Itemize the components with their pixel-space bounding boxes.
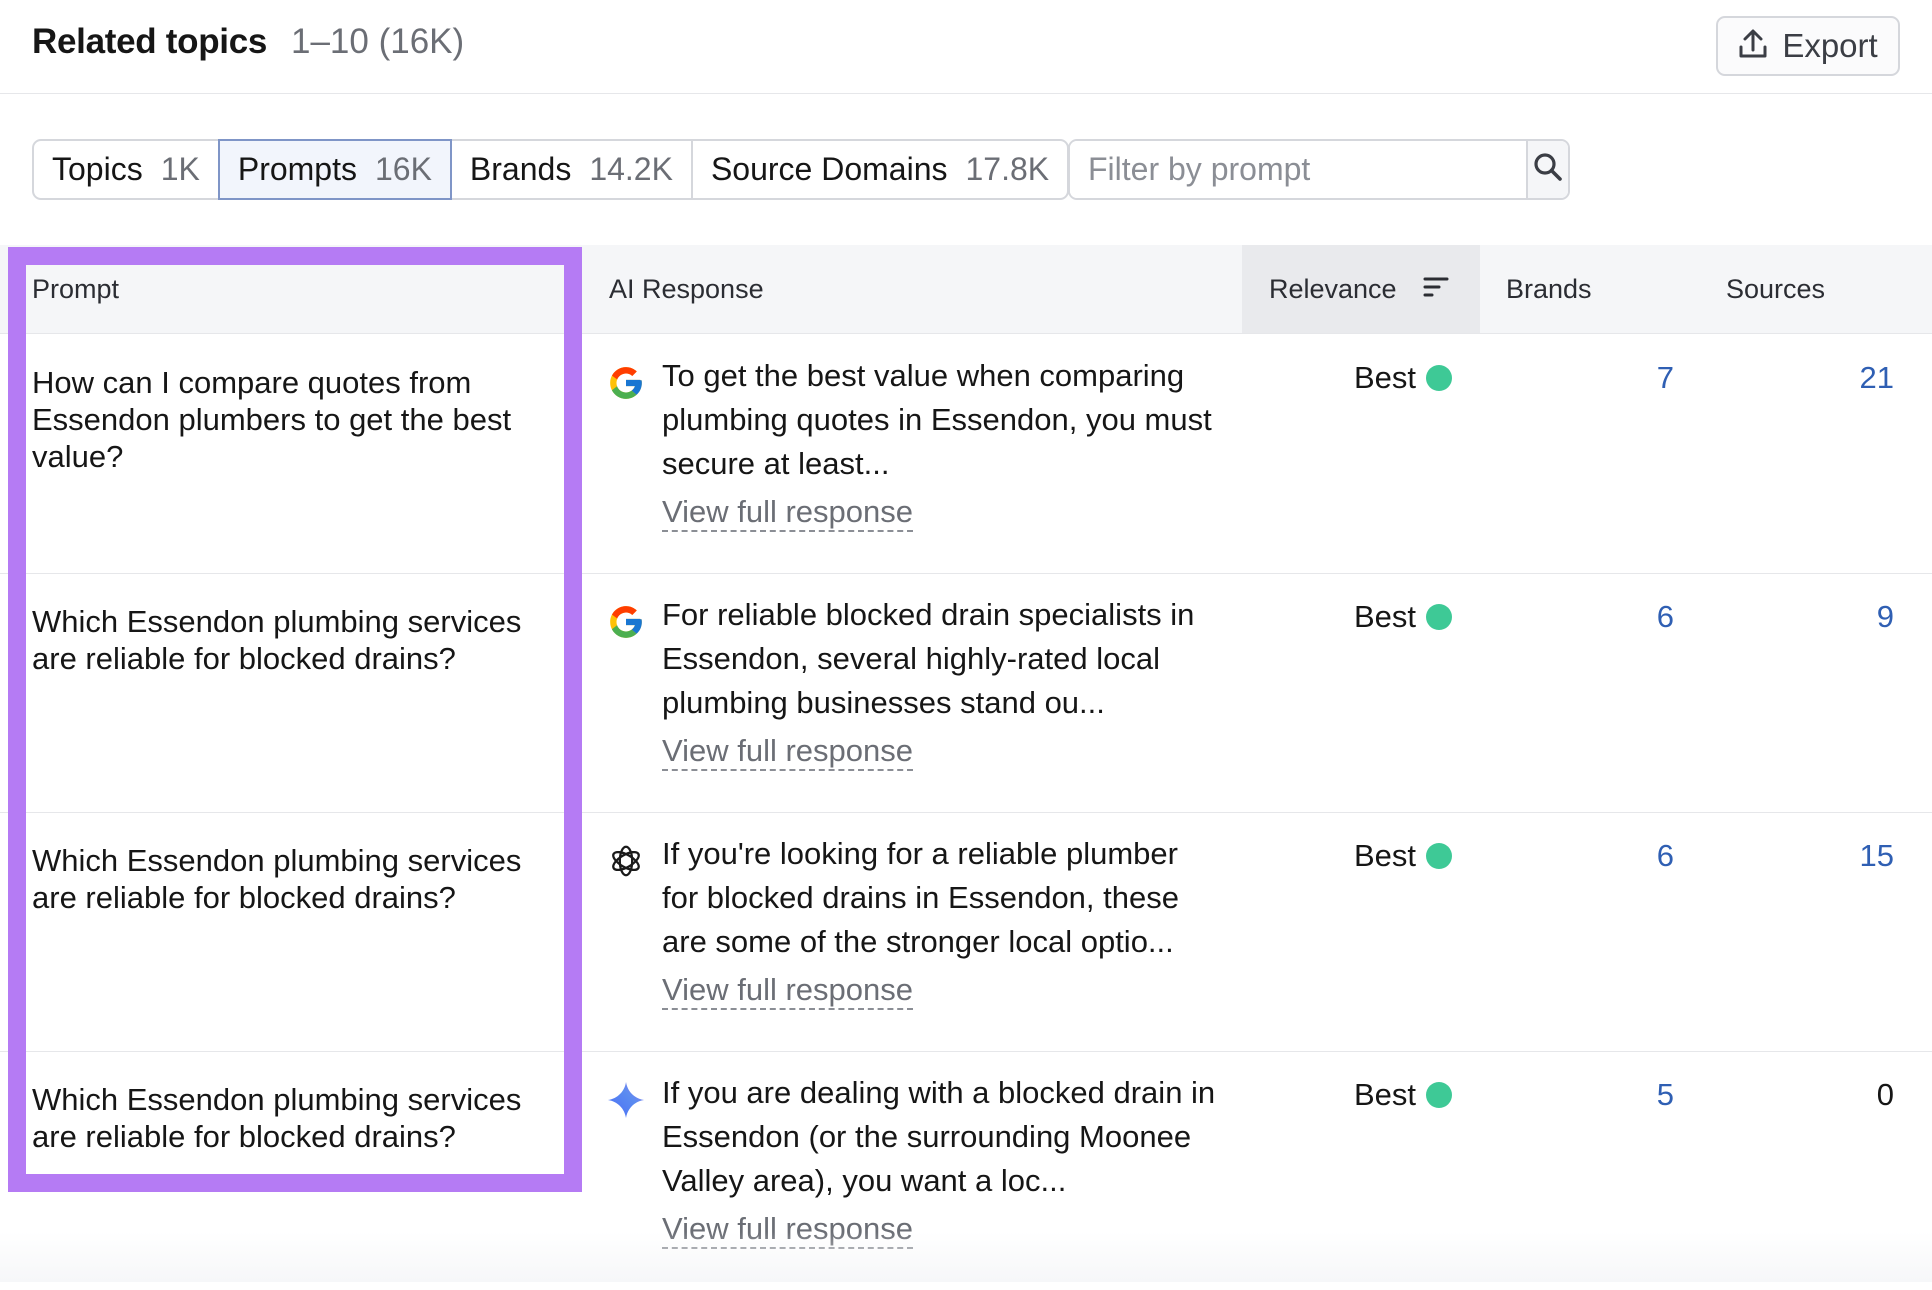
relevance-label: Best — [1354, 1077, 1417, 1112]
sources-count-link[interactable]: 21 — [1810, 360, 1894, 396]
filter-input[interactable] — [1070, 141, 1526, 198]
brands-count-link[interactable]: 6 — [1590, 599, 1674, 635]
google-icon — [607, 364, 645, 402]
column-header-prompt[interactable]: Prompt — [32, 245, 119, 333]
upload-icon — [1738, 28, 1768, 65]
relevance-cell: Best — [1354, 599, 1453, 635]
brands-count-link[interactable]: 6 — [1590, 838, 1674, 874]
prompt-text: Which Essendon plumbing services are rel… — [32, 843, 522, 915]
tab-source-domains[interactable]: Source Domains 17.8K — [690, 139, 1070, 200]
tab-count: 16K — [374, 151, 432, 187]
gemini-icon — [607, 1081, 645, 1119]
ai-response-text: If you're looking for a reliable plumber… — [662, 836, 1179, 959]
tab-label: Brands — [469, 151, 572, 187]
tab-topics[interactable]: Topics 1K — [32, 139, 220, 200]
export-label: Export — [1782, 27, 1878, 64]
column-header-sources[interactable]: Sources — [1726, 245, 1825, 333]
prompt-text: Which Essendon plumbing services are rel… — [32, 604, 522, 676]
tab-count: 1K — [160, 151, 200, 187]
prompt-text: How can I compare quotes from Essendon p… — [32, 365, 512, 474]
relevance-dot — [1426, 843, 1453, 869]
brands-count-link[interactable]: 7 — [1590, 360, 1674, 396]
chatgpt-icon — [607, 842, 645, 880]
relevance-cell: Best — [1354, 838, 1453, 874]
column-header-ai-response[interactable]: AI Response — [609, 245, 764, 333]
table-header: Prompt AI Response Relevance Brands Sour… — [0, 245, 1932, 334]
tab-group: Topics 1K Prompts 16K Brands 14.2K Sourc… — [32, 139, 1070, 200]
relevance-header-label: Relevance — [1269, 273, 1397, 304]
google-icon — [607, 603, 645, 641]
prompt-text: Which Essendon plumbing services are rel… — [32, 1082, 522, 1154]
tab-count: 17.8K — [965, 151, 1050, 187]
relevance-label: Best — [1354, 838, 1417, 873]
search-icon — [1532, 151, 1564, 188]
view-full-response-link[interactable]: View full response — [662, 733, 914, 771]
page-title: Related topics — [32, 22, 268, 61]
table-row: Which Essendon plumbing services are rel… — [0, 1051, 1932, 1290]
view-full-response-link[interactable]: View full response — [662, 972, 914, 1010]
result-count: 1–10 (16K) — [291, 22, 465, 61]
table-row: How can I compare quotes from Essendon p… — [0, 334, 1932, 574]
view-full-response-link[interactable]: View full response — [662, 1211, 914, 1249]
relevance-dot — [1426, 365, 1453, 391]
relevance-cell: Best — [1354, 1077, 1453, 1113]
tab-prompts[interactable]: Prompts 16K — [217, 139, 452, 200]
view-full-response-link[interactable]: View full response — [662, 494, 914, 532]
relevance-label: Best — [1354, 599, 1417, 634]
tab-brands[interactable]: Brands 14.2K — [449, 139, 693, 200]
sort-icon — [1423, 274, 1449, 305]
sources-count: 0 — [1876, 1077, 1894, 1112]
sources-count-link[interactable]: 9 — [1810, 599, 1894, 635]
column-header-relevance[interactable]: Relevance — [1242, 245, 1480, 333]
table-row: Which Essendon plumbing services are rel… — [0, 573, 1932, 813]
tab-label: Source Domains — [710, 151, 948, 187]
ai-response-text: To get the best value when comparing plu… — [662, 358, 1212, 481]
ai-response-text: If you are dealing with a blocked drain … — [662, 1075, 1216, 1198]
ai-response-text: For reliable blocked drain specialists i… — [662, 597, 1195, 720]
column-header-brands[interactable]: Brands — [1506, 245, 1592, 333]
relevance-cell: Best — [1354, 360, 1453, 396]
tab-label: Topics — [52, 151, 143, 187]
export-button[interactable]: Export — [1716, 16, 1900, 76]
relevance-label: Best — [1354, 360, 1417, 395]
sources-count-link[interactable]: 15 — [1810, 838, 1894, 874]
tab-count: 14.2K — [589, 151, 673, 187]
filter-box — [1068, 139, 1570, 200]
search-button[interactable] — [1526, 141, 1568, 198]
table-row: Which Essendon plumbing services are rel… — [0, 812, 1932, 1052]
relevance-dot — [1426, 604, 1453, 630]
tab-label: Prompts — [237, 151, 357, 187]
page-header: Related topics 1–10 (16K) Export — [0, 0, 1932, 94]
relevance-dot — [1426, 1082, 1453, 1108]
brands-count-link[interactable]: 5 — [1590, 1077, 1674, 1113]
